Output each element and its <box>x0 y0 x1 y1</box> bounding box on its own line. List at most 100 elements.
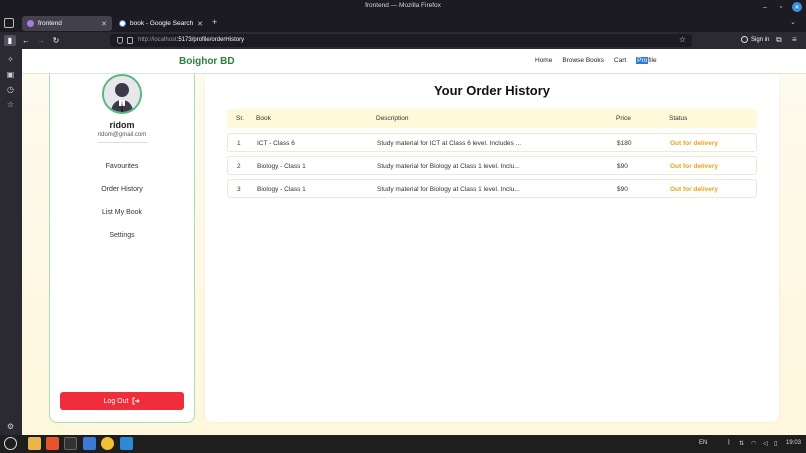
app-navbar: Boighor BD Home Browse Books Cart Profil… <box>22 49 806 74</box>
row-price: $90 <box>617 186 628 193</box>
menu-settings[interactable]: Settings <box>50 232 194 255</box>
table-row[interactable]: 2 Biology - Class 1 Study material for B… <box>227 156 757 175</box>
files-icon[interactable] <box>28 437 41 450</box>
menu-icon[interactable]: ≡ <box>792 35 797 44</box>
row-sr: 1 <box>237 140 241 147</box>
divider <box>98 142 148 143</box>
close-tab-icon[interactable]: ✕ <box>101 20 107 28</box>
url-bar[interactable]: http://localhost:5173/profile/orderHisto… <box>110 34 692 47</box>
row-sr: 3 <box>237 186 241 193</box>
page-title: Your Order History <box>433 83 551 98</box>
chevron-down-icon[interactable]: ⌄ <box>790 18 796 26</box>
chrome-icon[interactable] <box>101 437 114 450</box>
table-header: Sr. Book Description Price Status <box>227 109 757 128</box>
avatar <box>102 74 142 114</box>
bluetooth-icon[interactable]: ᛒ <box>727 440 731 446</box>
google-favicon-icon <box>119 20 126 27</box>
network-icon[interactable]: ⇅ <box>739 440 744 447</box>
menu-favourites[interactable]: Favourites <box>50 163 194 186</box>
row-description: Study material for Biology at Class 1 le… <box>377 163 520 170</box>
synced-tabs-icon[interactable]: ▣ <box>6 70 15 79</box>
profile-sidebar: ridom ridom@gmail.com Favourites Order H… <box>49 74 195 423</box>
settings-gear-icon[interactable]: ⚙ <box>6 422 15 431</box>
wifi-icon[interactable]: ◠ <box>751 440 756 447</box>
reload-icon[interactable]: ↻ <box>50 35 62 46</box>
forward-icon[interactable]: → <box>35 35 47 46</box>
nav-profile[interactable]: Profile <box>636 57 657 64</box>
terminal-icon[interactable] <box>64 437 77 450</box>
row-status: Out for delivery <box>670 140 719 147</box>
brand-logo[interactable]: Boighor BD <box>179 56 235 67</box>
sign-in-button[interactable]: Sign in <box>741 36 769 43</box>
close-tab-icon[interactable]: ✕ <box>197 20 203 28</box>
window-title: frontend — Mozilla Firefox <box>365 2 441 9</box>
row-price: $90 <box>617 163 628 170</box>
account-icon <box>741 36 748 43</box>
close-window-icon[interactable]: ✕ <box>792 2 802 12</box>
nav-browse-books[interactable]: Browse Books <box>562 57 604 64</box>
logout-label: Log Out <box>103 397 129 405</box>
tab-google-search[interactable]: book - Google Search ✕ <box>114 16 208 31</box>
navigation-toolbar: ▮ ← → ↻ http://localhost:5173/profile/or… <box>0 32 806 49</box>
maximize-icon[interactable]: ▫ <box>776 2 786 12</box>
nav-profile-highlight: Pro <box>636 57 649 64</box>
tab-frontend[interactable]: frontend ✕ <box>22 16 112 31</box>
row-price: $180 <box>617 140 632 147</box>
text-editor-icon[interactable] <box>83 437 96 450</box>
col-sr: Sr. <box>236 115 244 122</box>
row-description: Study material for Biology at Class 1 le… <box>377 186 520 193</box>
window-titlebar: frontend — Mozilla Firefox – ▫ ✕ <box>0 0 806 14</box>
sign-in-label: Sign in <box>751 36 770 43</box>
start-menu-icon[interactable] <box>4 437 17 450</box>
minimize-icon[interactable]: – <box>760 2 770 12</box>
ai-chat-icon[interactable]: ✧ <box>6 55 15 64</box>
vscode-icon[interactable] <box>120 437 133 450</box>
menu-list-my-book[interactable]: List My Book <box>50 209 194 232</box>
profile-email: ridom@gmail.com <box>97 132 147 138</box>
shield-icon[interactable] <box>117 37 123 44</box>
tab-label: book - Google Search <box>130 20 194 27</box>
tab-list-icon[interactable] <box>4 18 14 28</box>
tab-label: frontend <box>38 20 62 27</box>
vite-favicon-icon <box>27 20 34 27</box>
extensions-icon[interactable]: ⧉ <box>776 35 782 45</box>
logout-button[interactable]: Log Out <box>60 392 184 410</box>
main-menu: Home Browse Books Cart Profile <box>535 57 657 64</box>
profile-menu: Favourites Order History List My Book Se… <box>50 163 194 255</box>
clock[interactable]: 19:03 <box>786 440 801 446</box>
battery-icon[interactable]: ▯ <box>774 440 777 447</box>
order-history-panel: Your Order History Sr. Book Description … <box>205 74 779 422</box>
col-book: Book <box>256 115 271 122</box>
firefox-icon[interactable] <box>46 437 59 450</box>
bookmarks-icon[interactable]: ☆ <box>6 100 15 109</box>
table-row[interactable]: 3 Biology - Class 1 Study material for B… <box>227 179 757 198</box>
url-text[interactable]: http://localhost:5173/profile/orderHisto… <box>138 37 244 43</box>
table-row[interactable]: 1 ICT - Class 6 Study material for ICT a… <box>227 133 757 152</box>
row-status: Out for delivery <box>670 163 719 170</box>
volume-icon[interactable]: ◁ <box>763 440 768 447</box>
col-status: Status <box>669 115 688 122</box>
page-viewport: Boighor BD Home Browse Books Cart Profil… <box>22 49 806 435</box>
row-status: Out for delivery <box>670 186 719 193</box>
sidebar-toggle-icon[interactable]: ▮ <box>4 35 16 46</box>
new-tab-icon[interactable]: + <box>212 17 217 27</box>
os-taskbar: EN ᛒ ⇅ ◠ ◁ ▯ 19:03 <box>0 435 806 453</box>
col-price: Price <box>616 115 631 122</box>
nav-home[interactable]: Home <box>535 57 552 64</box>
bookmark-star-icon[interactable]: ☆ <box>679 35 686 44</box>
back-icon[interactable]: ← <box>20 35 32 46</box>
row-book: Biology - Class 1 <box>257 163 306 170</box>
profile-username: ridom <box>109 120 135 130</box>
language-indicator[interactable]: EN <box>699 440 707 446</box>
row-description: Study material for ICT at Class 6 level.… <box>377 140 522 147</box>
page-info-icon[interactable] <box>127 37 133 44</box>
tab-bar: frontend ✕ book - Google Search ✕ + ⌄ <box>0 14 806 32</box>
nav-cart[interactable]: Cart <box>614 57 626 64</box>
url-host: http://localhost <box>138 37 177 43</box>
user-avatar-icon <box>104 76 140 112</box>
row-book: ICT - Class 6 <box>257 140 295 147</box>
menu-order-history[interactable]: Order History <box>50 186 194 209</box>
url-path: :5173/profile/orderHistory <box>176 37 245 43</box>
row-book: Biology - Class 1 <box>257 186 306 193</box>
history-icon[interactable]: ◷ <box>6 85 15 94</box>
